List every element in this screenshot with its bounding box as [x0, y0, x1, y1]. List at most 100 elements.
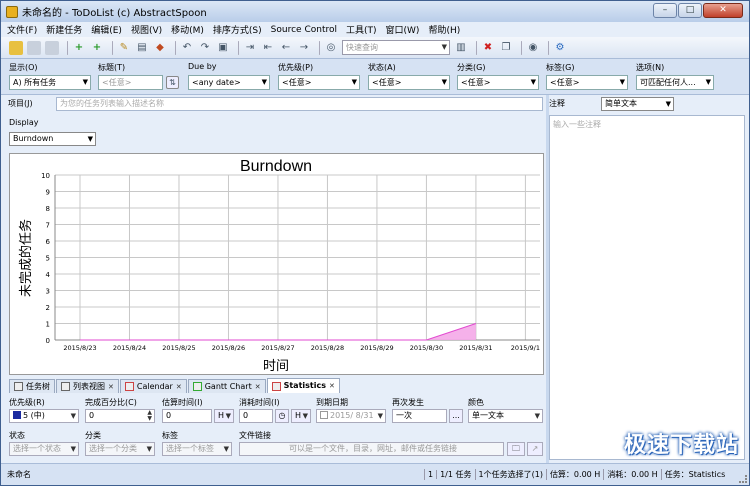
menu-file[interactable]: 文件(F)	[7, 23, 37, 36]
edit-pencil-icon[interactable]: ✎	[117, 41, 131, 55]
chevron-down-icon: ▼	[302, 412, 308, 420]
estimate-input[interactable]: 0	[162, 409, 212, 423]
close-icon[interactable]: ✕	[329, 380, 335, 392]
project-label: 项目(J)	[8, 99, 33, 108]
filter-options-select[interactable]: 可匹配任何人... ▼	[636, 75, 714, 90]
estimate-label: 估算时间(I)	[162, 398, 203, 407]
chart-icon[interactable]: ▥	[454, 41, 468, 55]
maximize-view-icon[interactable]: ▣	[216, 41, 230, 55]
chevron-down-icon: ▼	[70, 445, 76, 453]
timer-icon[interactable]: ◷	[275, 409, 289, 423]
tab-calendar[interactable]: Calendar ✕	[119, 379, 187, 393]
category-select[interactable]: 选择一个分类 ▼	[85, 442, 155, 456]
menu-move[interactable]: 移动(M)	[171, 23, 204, 36]
save-icon[interactable]	[27, 40, 41, 55]
filter-title-value: <任意>	[102, 78, 132, 87]
close-button[interactable]: ✕	[703, 3, 743, 18]
add-subtask-icon[interactable]: +	[90, 41, 104, 55]
tab-task-tree[interactable]: 任务树	[9, 379, 55, 393]
status-selected: 1个任务选择了(1)	[476, 469, 547, 480]
binoculars-icon[interactable]: ◎	[324, 41, 338, 55]
menu-view[interactable]: 视图(V)	[131, 23, 162, 36]
chevron-down-icon[interactable]: ▼	[442, 41, 447, 54]
filter-tags-select[interactable]: <任意> ▼	[546, 75, 628, 90]
status-select[interactable]: 选择一个状态 ▼	[9, 442, 79, 456]
indent-icon[interactable]: ⇥	[243, 41, 257, 55]
toolbar-separator	[175, 40, 176, 55]
properties-icon[interactable]: ▤	[135, 41, 149, 55]
filter-bar: 显示(O) A) 所有任务 ▼ 标题(T) <任意> ⇅ Due by <any …	[1, 59, 749, 95]
comments-pane: 注释 简单文本 ▼ 输入一些注释 极速下载站	[549, 95, 749, 463]
close-icon[interactable]: ✕	[108, 381, 114, 393]
filter-due-select[interactable]: <any date> ▼	[188, 75, 270, 90]
copy-icon[interactable]: ❐	[499, 41, 513, 55]
arrow-right-icon[interactable]: →	[297, 41, 311, 55]
outdent-icon[interactable]: ⇤	[261, 41, 275, 55]
tab-list-view[interactable]: 列表视图 ✕	[56, 379, 119, 393]
due-date-picker[interactable]: 2015/ 8/31 ▼	[316, 409, 386, 423]
undo-icon[interactable]: ↶	[180, 41, 194, 55]
y-tick-label: 1	[46, 321, 50, 329]
filter-category-label: 分类(G)	[457, 63, 486, 72]
due-date-checkbox[interactable]	[320, 411, 328, 419]
minimize-button[interactable]: –	[653, 3, 677, 18]
x-tick-label: 2015/8/25	[162, 344, 195, 352]
filter-status-select[interactable]: <任意> ▼	[368, 75, 450, 90]
filter-category-select[interactable]: <任意> ▼	[457, 75, 539, 90]
gear-icon[interactable]: ⚙	[553, 41, 567, 55]
file-link-input[interactable]: 可以是一个文件，目录，网址，邮件或任务链接	[239, 442, 504, 456]
filter-title-options-icon[interactable]: ⇅	[166, 76, 179, 89]
menu-tools[interactable]: 工具(T)	[346, 23, 377, 36]
spent-input[interactable]: 0	[239, 409, 273, 423]
chevron-down-icon: ▼	[377, 412, 383, 420]
menu-edit[interactable]: 编辑(E)	[91, 23, 122, 36]
filter-priority-select[interactable]: <任意> ▼	[278, 75, 360, 90]
y-tick-label: 7	[46, 222, 50, 230]
color-select[interactable]: 单一文本 ▼	[468, 409, 543, 423]
estimate-unit-select[interactable]: H ▼	[214, 409, 234, 423]
filter-status-label: 状态(A)	[368, 63, 396, 72]
browse-folder-icon[interactable]: 🗀	[507, 442, 525, 456]
percent-stepper[interactable]: 0 ▲ ▼	[85, 409, 155, 423]
menu-source-control[interactable]: Source Control	[271, 25, 337, 35]
brush-icon[interactable]: ◆	[153, 41, 167, 55]
title-bar[interactable]: 未命名的 - ToDoList (c) AbstractSpoon – □ ✕	[1, 1, 749, 22]
estimate-unit: H	[218, 411, 225, 420]
quick-search-input[interactable]: 快速查询 ▼	[342, 40, 450, 55]
tab-gantt-chart[interactable]: Gantt Chart ✕	[187, 379, 266, 393]
menu-new-task[interactable]: 新建任务	[46, 23, 82, 36]
filter-show-select[interactable]: A) 所有任务 ▼	[9, 75, 91, 90]
close-icon[interactable]: ✕	[176, 381, 182, 393]
priority-select[interactable]: 5 (中) ▼	[9, 409, 79, 423]
save-all-icon[interactable]	[45, 40, 59, 55]
spin-icon[interactable]: ▲ ▼	[147, 410, 152, 422]
resize-grip[interactable]	[739, 475, 747, 483]
open-folder-icon[interactable]	[9, 40, 23, 55]
window-title: 未命名的 - ToDoList (c) AbstractSpoon	[22, 8, 207, 19]
spent-unit-select[interactable]: H ▼	[291, 409, 311, 423]
add-task-icon[interactable]: +	[72, 41, 86, 55]
arrow-left-icon[interactable]: ←	[279, 41, 293, 55]
recurrence-more-button[interactable]: ...	[449, 409, 463, 423]
delete-icon[interactable]: ✖	[481, 41, 495, 55]
tab-statistics[interactable]: Statistics ✕	[266, 378, 340, 393]
menu-sort[interactable]: 排序方式(S)	[213, 23, 262, 36]
color-label: 颜色	[468, 398, 484, 407]
project-name-input[interactable]: 为您的任务列表输入描述名称	[56, 97, 543, 111]
status-filename: 未命名	[1, 469, 425, 480]
maximize-button[interactable]: □	[678, 3, 702, 18]
menu-window[interactable]: 窗口(W)	[386, 23, 420, 36]
comments-textarea[interactable]: 输入一些注释	[549, 115, 745, 460]
tags-select[interactable]: 选择一个标签 ▼	[162, 442, 232, 456]
open-link-icon[interactable]: ↗	[527, 442, 543, 456]
menu-help[interactable]: 帮助(H)	[428, 23, 460, 36]
close-icon[interactable]: ✕	[255, 381, 261, 393]
display-select[interactable]: Burndown ▼	[9, 132, 96, 146]
x-tick-label: 2015/8/23	[63, 344, 96, 352]
recurrence-input[interactable]: 一次	[392, 409, 447, 423]
mouse-icon[interactable]: ◉	[526, 41, 540, 55]
redo-icon[interactable]: ↷	[198, 41, 212, 55]
x-tick-label: 2015/8/24	[113, 344, 146, 352]
comment-type-select[interactable]: 简单文本 ▼	[601, 97, 674, 111]
filter-title-input[interactable]: <任意>	[98, 75, 163, 90]
